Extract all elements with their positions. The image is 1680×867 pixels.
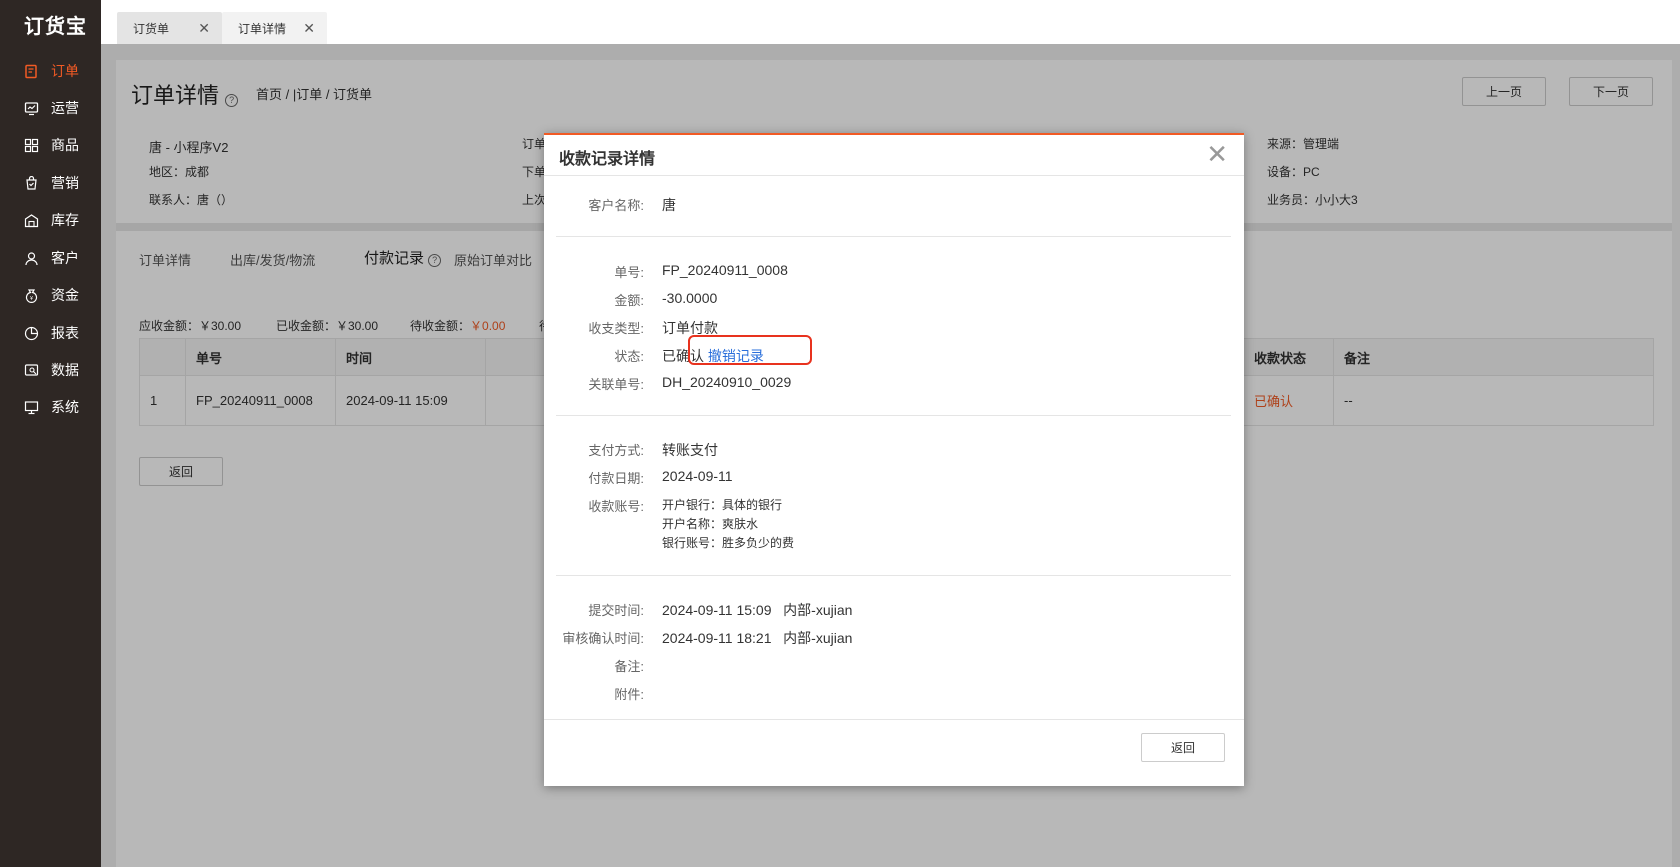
close-icon[interactable]: ✕ [303,20,315,37]
tab-order-list[interactable]: 订货单 ✕ [117,12,222,44]
modal-back-button[interactable]: 返回 [1141,733,1225,762]
type-row: 收支类型: 订单付款 [544,318,1244,338]
account-number: 银行账号：胜多负少的费 [662,536,795,550]
highlight-annotation [688,335,812,365]
pay-date-value: 2024-09-11 [662,468,733,484]
tab-bar: 订货单 ✕ 订单详情 ✕ [101,0,1680,44]
related-no-row: 关联单号: DH_20240910_0029 [544,374,1244,393]
divider [556,236,1231,237]
pay-date-row: 付款日期: 2024-09-11 [544,468,1244,487]
confirm-time-label: 审核确认时间: [562,631,644,646]
submit-time-value: 2024-09-11 15:09 内部-xujian [662,602,853,618]
confirm-time-value: 2024-09-11 18:21 内部-xujian [662,630,853,646]
amount-value: -30.0000 [662,290,718,306]
amount-row: 金额: -30.0000 [544,290,1244,309]
order-icon [23,63,39,79]
divider [544,175,1244,176]
customer-value: 唐 [662,197,676,213]
sidebar: 订货宝 订单 运营 商品 营销 库存 客户 ¥ 资金 报表 数据 系统 [0,0,101,867]
account-bank: 开户银行：具体的银行 [662,498,783,512]
svg-text:¥: ¥ [30,296,33,302]
pie-chart-icon [23,325,39,341]
account-row: 收款账号: 开户银行：具体的银行 开户名称：爽肤水 银行账号：胜多负少的费 [544,496,1244,553]
sidebar-item-label: 系统 [51,399,79,415]
sidebar-item-label: 商品 [51,137,79,153]
sidebar-item-order[interactable]: 订单 [0,56,101,86]
sidebar-item-operations[interactable]: 运营 [0,93,101,123]
monitor-icon [23,399,39,415]
status-label: 状态: [614,349,644,364]
sidebar-item-money[interactable]: ¥ 资金 [0,280,101,310]
attachment-label: 附件: [614,687,644,702]
type-label: 收支类型: [588,321,644,336]
payment-record-detail-modal: 收款记录详情 ✕ 客户名称: 唐 单号: FP_20240911_0008 金额… [544,133,1244,786]
sidebar-item-products[interactable]: 商品 [0,130,101,160]
sidebar-item-label: 营销 [51,175,79,191]
sidebar-item-marketing[interactable]: 营销 [0,168,101,198]
operations-icon [23,100,39,116]
pay-date-label: 付款日期: [588,471,644,486]
remark-label: 备注: [614,659,644,674]
remark-row: 备注: [544,656,1244,675]
sidebar-item-label: 订单 [51,63,79,79]
marketing-icon [23,175,39,191]
attachment-row: 附件: [544,684,1244,703]
related-no-value: DH_20240910_0029 [662,374,792,390]
record-no-value: FP_20240911_0008 [662,262,788,278]
account-value: 开户银行：具体的银行 开户名称：爽肤水 银行账号：胜多负少的费 [662,496,794,553]
sidebar-item-reports[interactable]: 报表 [0,318,101,348]
pay-method-label: 支付方式: [588,443,644,458]
products-icon [23,137,39,153]
submit-time-label: 提交时间: [588,603,644,618]
sidebar-item-label: 资金 [51,287,79,303]
app-logo: 订货宝 [24,16,87,38]
confirm-time-row: 审核确认时间: 2024-09-11 18:21 内部-xujian [544,628,1244,648]
record-no-label: 单号: [614,265,644,280]
close-icon[interactable]: ✕ [1206,139,1228,170]
modal-title: 收款记录详情 [559,151,656,168]
customer-icon [23,250,39,266]
status-row: 状态: 已确认 撤销记录 [544,346,1244,366]
account-name: 开户名称：爽肤水 [662,517,759,531]
sidebar-item-label: 客户 [51,250,79,266]
pay-method-row: 支付方式: 转账支付 [544,440,1244,460]
sidebar-item-label: 库存 [51,212,79,228]
customer-label: 客户名称: [588,198,644,213]
sidebar-item-label: 运营 [51,100,79,116]
sidebar-item-customer[interactable]: 客户 [0,243,101,273]
tab-label: 订货单 [133,21,170,36]
customer-row: 客户名称: 唐 [544,195,1244,215]
pay-method-value: 转账支付 [662,442,718,458]
related-no-label: 关联单号: [588,377,644,392]
divider [556,575,1231,576]
warehouse-icon [23,212,39,228]
tab-label: 订单详情 [238,21,287,36]
tab-order-detail[interactable]: 订单详情 ✕ [222,12,327,44]
sidebar-item-label: 数据 [51,362,79,378]
sidebar-item-warehouse[interactable]: 库存 [0,205,101,235]
divider [556,415,1231,416]
record-no-row: 单号: FP_20240911_0008 [544,262,1244,281]
submit-time-row: 提交时间: 2024-09-11 15:09 内部-xujian [544,600,1244,620]
amount-label: 金额: [614,293,644,308]
sidebar-item-label: 报表 [51,325,79,341]
data-icon [23,362,39,378]
sidebar-item-system[interactable]: 系统 [0,392,101,422]
close-icon[interactable]: ✕ [198,20,210,37]
sidebar-item-data[interactable]: 数据 [0,355,101,385]
account-label: 收款账号: [588,499,644,514]
divider [544,719,1244,720]
money-bag-icon: ¥ [23,287,39,303]
